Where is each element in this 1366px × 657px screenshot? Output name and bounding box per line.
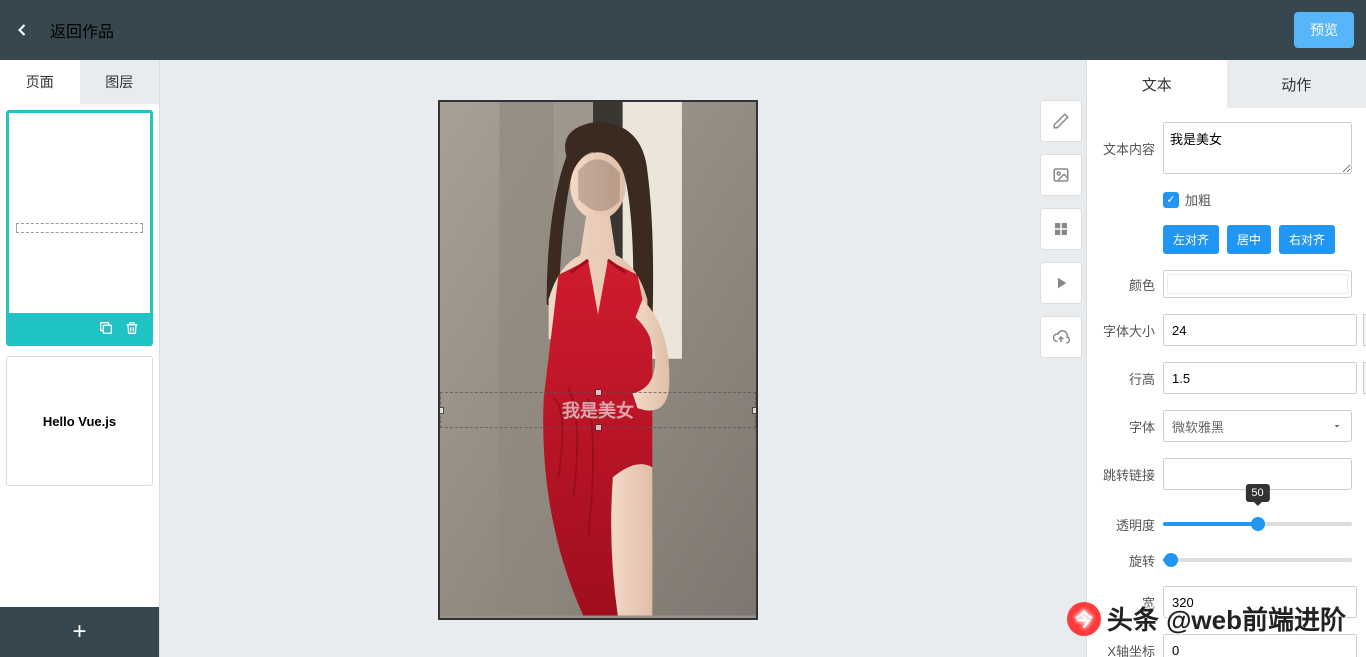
page-thumbnail-2[interactable]: Hello Vue.js bbox=[6, 356, 153, 486]
page-thumb-element bbox=[16, 223, 143, 233]
label-link: 跳转链接 bbox=[1101, 465, 1163, 484]
canvas-text-element[interactable]: 我是美女 bbox=[440, 392, 756, 428]
preview-button[interactable]: 预览 bbox=[1294, 12, 1354, 48]
tool-image[interactable] bbox=[1040, 154, 1082, 196]
app-header: 返回作品 预览 bbox=[0, 0, 1366, 60]
font-family-select[interactable]: 微软雅黑 bbox=[1163, 410, 1352, 442]
tab-text[interactable]: 文本 bbox=[1087, 60, 1227, 108]
label-rotate: 旋转 bbox=[1101, 551, 1163, 570]
label-x-coord: X轴坐标 bbox=[1101, 641, 1163, 657]
left-panel: 页面 图层 Hello Vue.js + bbox=[0, 60, 160, 657]
rotate-slider[interactable] bbox=[1163, 550, 1352, 570]
copy-page-icon[interactable] bbox=[98, 320, 114, 336]
cloud-upload-icon bbox=[1052, 328, 1070, 346]
label-font-size: 字体大小 bbox=[1101, 321, 1163, 340]
align-right-button[interactable]: 右对齐 bbox=[1279, 225, 1335, 254]
page-thumb-2-text: Hello Vue.js bbox=[43, 414, 116, 429]
label-content: 文本内容 bbox=[1101, 139, 1163, 158]
text-content-input[interactable]: 我是美女 bbox=[1163, 122, 1352, 174]
back-label[interactable]: 返回作品 bbox=[50, 18, 114, 42]
align-left-button[interactable]: 左对齐 bbox=[1163, 225, 1219, 254]
right-panel: 文本 动作 文本内容 我是美女 ✓ 加粗 左对齐 居中 右对齐 bbox=[1086, 60, 1366, 657]
canvas-area: 我是美女 bbox=[160, 60, 1036, 657]
tool-play[interactable] bbox=[1040, 262, 1082, 304]
tab-pages[interactable]: 页面 bbox=[0, 60, 80, 104]
label-font-family: 字体 bbox=[1101, 417, 1163, 436]
page-thumbnail-active[interactable] bbox=[6, 110, 153, 346]
pages-list: Hello Vue.js bbox=[0, 104, 159, 607]
align-center-button[interactable]: 居中 bbox=[1227, 225, 1271, 254]
bold-label: 加粗 bbox=[1185, 190, 1211, 209]
back-chevron-icon[interactable] bbox=[12, 20, 32, 40]
left-panel-tabs: 页面 图层 bbox=[0, 60, 159, 104]
label-width: 宽 bbox=[1101, 593, 1163, 612]
x-coord-input[interactable] bbox=[1163, 634, 1357, 657]
right-panel-content: 文本内容 我是美女 ✓ 加粗 左对齐 居中 右对齐 颜色 bbox=[1087, 108, 1366, 657]
canvas-text-value: 我是美女 bbox=[562, 397, 634, 423]
resize-handle-left[interactable] bbox=[438, 407, 444, 414]
page-thumbnail-canvas bbox=[9, 113, 150, 313]
grid-icon bbox=[1052, 220, 1070, 238]
label-opacity: 透明度 bbox=[1101, 515, 1163, 534]
tool-edit[interactable] bbox=[1040, 100, 1082, 142]
bold-checkbox[interactable]: ✓ bbox=[1163, 192, 1179, 208]
resize-handle-top[interactable] bbox=[595, 389, 602, 396]
color-picker[interactable] bbox=[1163, 270, 1352, 298]
page-thumbnail-toolbar bbox=[9, 313, 150, 343]
line-height-input[interactable] bbox=[1163, 362, 1357, 394]
font-size-input[interactable] bbox=[1163, 314, 1357, 346]
add-page-button[interactable]: + bbox=[0, 607, 159, 657]
tool-rail bbox=[1036, 60, 1086, 657]
tab-action[interactable]: 动作 bbox=[1227, 60, 1366, 108]
tab-layers[interactable]: 图层 bbox=[80, 60, 160, 104]
label-line-height: 行高 bbox=[1101, 369, 1163, 388]
resize-handle-bottom[interactable] bbox=[595, 424, 602, 431]
opacity-tooltip: 50 bbox=[1245, 484, 1269, 502]
font-family-value: 微软雅黑 bbox=[1172, 417, 1224, 436]
header-left: 返回作品 bbox=[12, 18, 114, 42]
opacity-slider[interactable]: 50 bbox=[1163, 514, 1352, 534]
width-input[interactable] bbox=[1163, 586, 1357, 618]
canvas-background-image bbox=[440, 102, 756, 616]
delete-page-icon[interactable] bbox=[124, 320, 140, 336]
chevron-down-icon bbox=[1331, 420, 1343, 432]
pencil-icon bbox=[1052, 112, 1070, 130]
image-icon bbox=[1052, 166, 1070, 184]
play-icon bbox=[1052, 274, 1070, 292]
label-color: 颜色 bbox=[1101, 275, 1163, 294]
tool-upload[interactable] bbox=[1040, 316, 1082, 358]
canvas[interactable]: 我是美女 bbox=[438, 100, 758, 620]
right-panel-tabs: 文本 动作 bbox=[1087, 60, 1366, 108]
tool-grid[interactable] bbox=[1040, 208, 1082, 250]
resize-handle-right[interactable] bbox=[752, 407, 758, 414]
